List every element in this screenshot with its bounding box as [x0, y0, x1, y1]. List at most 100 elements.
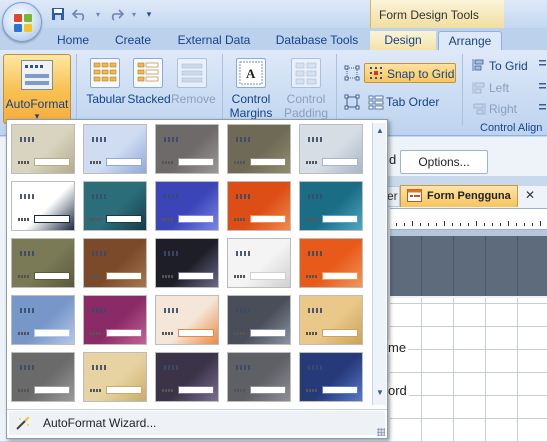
autoformat-icon	[21, 60, 53, 90]
tab-database-tools[interactable]: Database Tools	[268, 31, 366, 50]
autoformat-style-thumbnail[interactable]	[227, 181, 291, 231]
thumbnail-header-pattern	[236, 251, 252, 256]
tab-home[interactable]: Home	[48, 31, 98, 50]
tabular-layout-icon[interactable]	[90, 58, 120, 88]
autoformat-style-thumbnail[interactable]	[227, 238, 291, 288]
autoformat-style-thumbnail[interactable]	[299, 352, 363, 402]
autoformat-style-thumbnail[interactable]	[11, 295, 75, 345]
thumbnail-label-pattern	[18, 218, 30, 221]
autoformat-style-thumbnail[interactable]	[11, 181, 75, 231]
thumbnail-label-pattern	[18, 332, 30, 335]
undo-icon[interactable]	[72, 6, 88, 22]
autoformat-style-thumbnail[interactable]	[299, 238, 363, 288]
office-button[interactable]	[2, 2, 42, 42]
stacked-button[interactable]: Stacked	[127, 92, 171, 106]
thumbnail-header-pattern	[308, 365, 324, 370]
autoformat-thumbnail-grid	[11, 124, 365, 406]
thumbnail-header-pattern	[92, 365, 108, 370]
thumbnail-field-box	[178, 329, 214, 337]
align-to-grid-button[interactable]: To Grid	[489, 59, 539, 73]
gallery-scrollbar[interactable]: ▲ ▼	[372, 123, 386, 405]
gallery-scroll-down[interactable]: ▼	[375, 388, 385, 398]
thumbnail-header-pattern	[308, 308, 324, 313]
autoformat-style-thumbnail[interactable]	[299, 181, 363, 231]
ruler-icon[interactable]	[344, 94, 360, 110]
tab-order-button[interactable]: Tab Order	[386, 95, 446, 109]
tabular-button[interactable]: Tabular	[84, 92, 128, 106]
close-doc-icon[interactable]: ✕	[522, 188, 538, 204]
stacked-layout-icon[interactable]	[133, 58, 163, 88]
autoformat-style-thumbnail[interactable]	[155, 352, 219, 402]
autoformat-style-thumbnail[interactable]	[83, 295, 147, 345]
redo-dropdown-icon[interactable]: ▾	[130, 6, 138, 22]
doc-tab-form-pengguna[interactable]: Form Pengguna	[400, 185, 518, 207]
autoformat-style-thumbnail[interactable]	[83, 238, 147, 288]
thumbnail-label-pattern	[162, 332, 174, 335]
form-header-section	[390, 236, 547, 296]
autoformat-label: AutoFormat	[5, 97, 69, 111]
autoformat-style-thumbnail[interactable]	[227, 124, 291, 174]
thumbnail-header-pattern	[164, 194, 180, 199]
thumbnail-header-pattern	[20, 308, 36, 313]
remove-button: Remove	[171, 92, 216, 106]
autoformat-style-thumbnail[interactable]	[155, 238, 219, 288]
thumbnail-field-box	[178, 386, 214, 394]
thumbnail-label-pattern	[234, 275, 246, 278]
thumbnail-header-pattern	[164, 308, 180, 313]
thumbnail-header-pattern	[20, 194, 36, 199]
thumbnail-field-box	[106, 215, 142, 223]
thumbnail-field-box	[322, 386, 358, 394]
tab-order-icon[interactable]	[368, 94, 384, 110]
thumbnail-field-box	[250, 386, 286, 394]
control-padding-line1[interactable]: Control	[280, 92, 332, 106]
thumbnail-header-pattern	[236, 365, 252, 370]
thumbnail-label-pattern	[162, 218, 174, 221]
remove-layout-icon	[177, 58, 207, 88]
thumbnail-label-pattern	[90, 161, 102, 164]
autoformat-style-thumbnail[interactable]	[227, 352, 291, 402]
customize-qat-icon[interactable]: ▾	[144, 6, 154, 22]
snap-to-grid-label: Snap to Grid	[387, 67, 455, 81]
align-left-button: Left	[489, 81, 510, 95]
thumbnail-field-box	[34, 158, 70, 166]
thumbnail-field-box	[106, 158, 142, 166]
thumbnail-header-pattern	[92, 194, 108, 199]
autoformat-style-thumbnail[interactable]	[11, 124, 75, 174]
gallery-scroll-up[interactable]: ▲	[375, 126, 385, 136]
doc-tab-fragment[interactable]: er	[386, 186, 400, 207]
redo-icon[interactable]	[108, 6, 124, 22]
thumbnail-header-pattern	[92, 137, 108, 142]
autoformat-style-thumbnail[interactable]	[83, 124, 147, 174]
form-icon	[407, 189, 422, 202]
control-padding-icon[interactable]	[291, 58, 321, 88]
control-margins-icon[interactable]: A	[236, 58, 266, 88]
autoformat-style-thumbnail[interactable]	[155, 181, 219, 231]
doc-tab-label: Form Pengguna	[427, 190, 511, 202]
tab-design[interactable]: Design	[370, 31, 436, 50]
save-icon[interactable]	[50, 6, 66, 22]
snap-to-grid-button[interactable]: Snap to Grid	[364, 63, 456, 83]
tab-arrange[interactable]: Arrange	[438, 31, 502, 50]
control-margins-line1[interactable]: Control	[226, 92, 276, 106]
thumbnail-field-box	[250, 158, 286, 166]
autoformat-style-thumbnail[interactable]	[299, 295, 363, 345]
undo-dropdown-icon[interactable]: ▾	[94, 6, 102, 22]
tab-create[interactable]: Create	[106, 31, 160, 50]
tab-external-data[interactable]: External Data	[168, 31, 260, 50]
grid-icon[interactable]	[344, 65, 360, 81]
ribbon-more-icon[interactable]	[538, 58, 547, 110]
thumbnail-label-pattern	[306, 332, 318, 335]
autoformat-style-thumbnail[interactable]	[83, 352, 147, 402]
autoformat-button[interactable]: AutoFormat ▾	[3, 54, 71, 124]
options-button[interactable]: Options...	[400, 150, 488, 174]
autoformat-style-thumbnail[interactable]	[11, 238, 75, 288]
autoformat-style-thumbnail[interactable]	[227, 295, 291, 345]
resize-grip-icon[interactable]	[377, 428, 385, 436]
autoformat-style-thumbnail[interactable]	[155, 124, 219, 174]
autoformat-wizard-item[interactable]: AutoFormat Wizard...	[9, 411, 385, 435]
autoformat-style-thumbnail[interactable]	[299, 124, 363, 174]
autoformat-style-thumbnail[interactable]	[11, 352, 75, 402]
align-to-grid-icon[interactable]	[472, 58, 486, 72]
autoformat-style-thumbnail[interactable]	[83, 181, 147, 231]
autoformat-style-thumbnail[interactable]	[155, 295, 219, 345]
